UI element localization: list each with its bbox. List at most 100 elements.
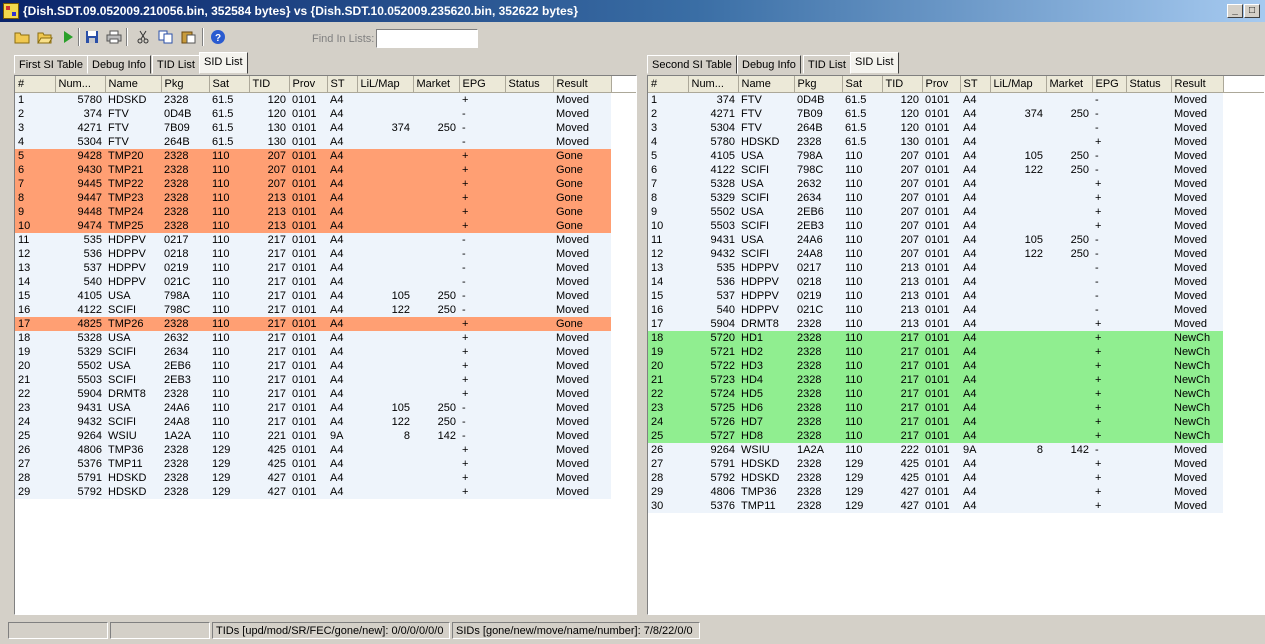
table-row[interactable]: 4 5780 HDSKD 2328 61.5 130 0101 A4 + Moved [648, 135, 1264, 149]
table-row[interactable]: 23 9431 USA 24A6 110 217 0101 A4 105 250- Moved [15, 401, 636, 415]
tab-second-si-table[interactable]: Second SI Table [647, 55, 737, 74]
tab-tid-list-left[interactable]: TID List [152, 55, 200, 74]
table-row[interactable]: 6 9430 TMP21 2328 110 207 0101 A4 + Gone [15, 163, 636, 177]
table-row[interactable]: 26 9264 WSIU 1A2A 110 222 0101 9A 8 142- Moved [648, 443, 1264, 457]
table-row[interactable]: 11 9431 USA 24A6 110 207 0101 A4 105 250- Moved [648, 233, 1264, 247]
left-sid-list-panel[interactable]: # Num... Name Pkg Sat TID Prov ST LiL/Map Market E… [14, 75, 637, 615]
table-row[interactable]: 23 5725 HD6 2328 110 217 0101 A4 + NewCh [648, 401, 1264, 415]
right-column-header[interactable]: Sat [842, 76, 883, 93]
table-row[interactable]: 14 536 HDPPV 0218 110 213 0101 A4 - Moved [648, 275, 1264, 289]
right-column-header[interactable]: Pkg [794, 76, 843, 93]
table-row[interactable]: 12 9432 SCIFI 24A8 110 207 0101 A4 122 250- Moved [648, 247, 1264, 261]
open-folder-icon[interactable] [12, 27, 32, 47]
right-column-header[interactable]: Num... [688, 76, 739, 93]
panel-splitter[interactable] [638, 75, 644, 615]
help-icon[interactable]: ? [208, 27, 228, 47]
table-row[interactable]: 5 9428 TMP20 2328 110 207 0101 A4 + Gone [15, 149, 636, 163]
table-row[interactable]: 10 9474 TMP25 2328 110 213 0101 A4 + Gone [15, 219, 636, 233]
table-row[interactable]: 20 5502 USA 2EB6 110 217 0101 A4 + Moved [15, 359, 636, 373]
table-row[interactable]: 3 5304 FTV 264B 61.5 120 0101 A4 - Moved [648, 121, 1264, 135]
table-row[interactable]: 12 536 HDPPV 0218 110 217 0101 A4 - Moved [15, 247, 636, 261]
table-row[interactable]: 9 9448 TMP24 2328 110 213 0101 A4 + Gone [15, 205, 636, 219]
minimize-button[interactable]: _ [1227, 4, 1243, 18]
table-row[interactable]: 17 5904 DRMT8 2328 110 213 0101 A4 + Moved [648, 317, 1264, 331]
left-column-header[interactable]: Prov [289, 76, 328, 93]
table-row[interactable]: 17 4825 TMP26 2328 110 217 0101 A4 + Gone [15, 317, 636, 331]
table-row[interactable]: 24 5726 HD7 2328 110 217 0101 A4 + NewCh [648, 415, 1264, 429]
right-column-header[interactable]: EPG [1092, 76, 1127, 93]
find-in-lists-input[interactable] [376, 29, 478, 48]
table-row[interactable]: 20 5722 HD3 2328 110 217 0101 A4 + NewCh [648, 359, 1264, 373]
title-bar[interactable]: {Dish.SDT.09.052009.210056.bin, 352584 b… [0, 0, 1265, 22]
copy-icon[interactable] [156, 27, 176, 47]
left-column-header[interactable]: Name [105, 76, 162, 93]
run-icon[interactable] [58, 27, 78, 47]
table-row[interactable]: 24 9432 SCIFI 24A8 110 217 0101 A4 122 250- Moved [15, 415, 636, 429]
left-column-header[interactable]: Result [553, 76, 612, 93]
tab-debug-info-right[interactable]: Debug Info [737, 55, 801, 74]
left-column-header[interactable]: ST [327, 76, 358, 93]
table-row[interactable]: 27 5791 HDSKD 2328 129 425 0101 A4 + Moved [648, 457, 1264, 471]
right-column-header[interactable]: TID [882, 76, 923, 93]
tab-first-si-table[interactable]: First SI Table [14, 55, 88, 74]
left-column-header[interactable]: Num... [55, 76, 106, 93]
table-row[interactable]: 11 535 HDPPV 0217 110 217 0101 A4 - Moved [15, 233, 636, 247]
right-sid-list-panel[interactable]: # Num... Name Pkg Sat TID Prov ST LiL/Map Market E… [647, 75, 1265, 615]
table-row[interactable]: 13 537 HDPPV 0219 110 217 0101 A4 - Moved [15, 261, 636, 275]
paste-icon[interactable] [179, 27, 199, 47]
cut-icon[interactable] [133, 27, 153, 47]
right-column-header[interactable]: LiL/Map [990, 76, 1047, 93]
open-icon[interactable] [35, 27, 55, 47]
tab-sid-list-right[interactable]: SID List [850, 52, 899, 74]
left-column-header[interactable]: LiL/Map [357, 76, 414, 93]
table-row[interactable]: 22 5904 DRMT8 2328 110 217 0101 A4 + Moved [15, 387, 636, 401]
right-column-header[interactable]: Result [1171, 76, 1224, 93]
table-row[interactable]: 9 5502 USA 2EB6 110 207 0101 A4 + Moved [648, 205, 1264, 219]
table-row[interactable]: 21 5723 HD4 2328 110 217 0101 A4 + NewCh [648, 373, 1264, 387]
tab-tid-list-right[interactable]: TID List [803, 55, 851, 74]
app-icon[interactable] [3, 3, 19, 19]
table-row[interactable]: 14 540 HDPPV 021C 110 217 0101 A4 - Moved [15, 275, 636, 289]
right-column-header[interactable]: Name [738, 76, 795, 93]
right-column-header[interactable]: Market [1046, 76, 1093, 93]
right-column-header[interactable]: # [648, 76, 689, 93]
table-row[interactable]: 25 5727 HD8 2328 110 217 0101 A4 + NewCh [648, 429, 1264, 443]
table-row[interactable]: 10 5503 SCIFI 2EB3 110 207 0101 A4 + Moved [648, 219, 1264, 233]
table-row[interactable]: 1 5780 HDSKD 2328 61.5 120 0101 A4 + Moved [15, 92, 636, 107]
table-row[interactable]: 27 5376 TMP11 2328 129 425 0101 A4 + Moved [15, 457, 636, 471]
table-row[interactable]: 29 5792 HDSKD 2328 129 427 0101 A4 + Moved [15, 485, 636, 499]
left-column-header[interactable]: # [15, 76, 56, 93]
left-column-header[interactable]: Status [505, 76, 554, 93]
table-row[interactable]: 7 9445 TMP22 2328 110 207 0101 A4 + Gone [15, 177, 636, 191]
left-column-header[interactable]: Pkg [161, 76, 210, 93]
table-row[interactable]: 28 5792 HDSKD 2328 129 425 0101 A4 + Moved [648, 471, 1264, 485]
table-row[interactable]: 16 540 HDPPV 021C 110 213 0101 A4 - Moved [648, 303, 1264, 317]
right-column-header[interactable]: Prov [922, 76, 961, 93]
table-row[interactable]: 5 4105 USA 798A 110 207 0101 A4 105 250- Moved [648, 149, 1264, 163]
tab-sid-list-left[interactable]: SID List [199, 52, 248, 74]
maximize-button[interactable]: □ [1244, 4, 1260, 18]
table-row[interactable]: 26 4806 TMP36 2328 129 425 0101 A4 + Moved [15, 443, 636, 457]
table-row[interactable]: 30 5376 TMP11 2328 129 427 0101 A4 + Moved [648, 499, 1264, 513]
right-sid-table[interactable]: # Num... Name Pkg Sat TID Prov ST LiL/Map Market E… [648, 76, 1264, 513]
table-row[interactable]: 15 4105 USA 798A 110 217 0101 A4 105 250- Moved [15, 289, 636, 303]
left-column-header[interactable]: EPG [459, 76, 506, 93]
table-row[interactable]: 18 5720 HD1 2328 110 217 0101 A4 + NewCh [648, 331, 1264, 345]
table-row[interactable]: 29 4806 TMP36 2328 129 427 0101 A4 + Moved [648, 485, 1264, 499]
table-row[interactable]: 25 9264 WSIU 1A2A 110 221 0101 9A 8 142- Moved [15, 429, 636, 443]
table-row[interactable]: 2 374 FTV 0D4B 61.5 120 0101 A4 - Moved [15, 107, 636, 121]
table-row[interactable]: 19 5721 HD2 2328 110 217 0101 A4 + NewCh [648, 345, 1264, 359]
right-column-header[interactable]: Status [1126, 76, 1172, 93]
table-row[interactable]: 28 5791 HDSKD 2328 129 427 0101 A4 + Moved [15, 471, 636, 485]
left-column-header[interactable]: Sat [209, 76, 250, 93]
table-row[interactable]: 15 537 HDPPV 0219 110 213 0101 A4 - Moved [648, 289, 1264, 303]
table-row[interactable]: 4 5304 FTV 264B 61.5 130 0101 A4 - Moved [15, 135, 636, 149]
table-row[interactable]: 7 5328 USA 2632 110 207 0101 A4 + Moved [648, 177, 1264, 191]
table-row[interactable]: 1 374 FTV 0D4B 61.5 120 0101 A4 - Moved [648, 92, 1264, 107]
table-row[interactable]: 19 5329 SCIFI 2634 110 217 0101 A4 + Moved [15, 345, 636, 359]
left-column-header[interactable]: TID [249, 76, 290, 93]
table-row[interactable]: 16 4122 SCIFI 798C 110 217 0101 A4 122 250- Moved [15, 303, 636, 317]
table-row[interactable]: 22 5724 HD5 2328 110 217 0101 A4 + NewCh [648, 387, 1264, 401]
tab-debug-info-left[interactable]: Debug Info [87, 55, 151, 74]
print-icon[interactable] [104, 27, 124, 47]
